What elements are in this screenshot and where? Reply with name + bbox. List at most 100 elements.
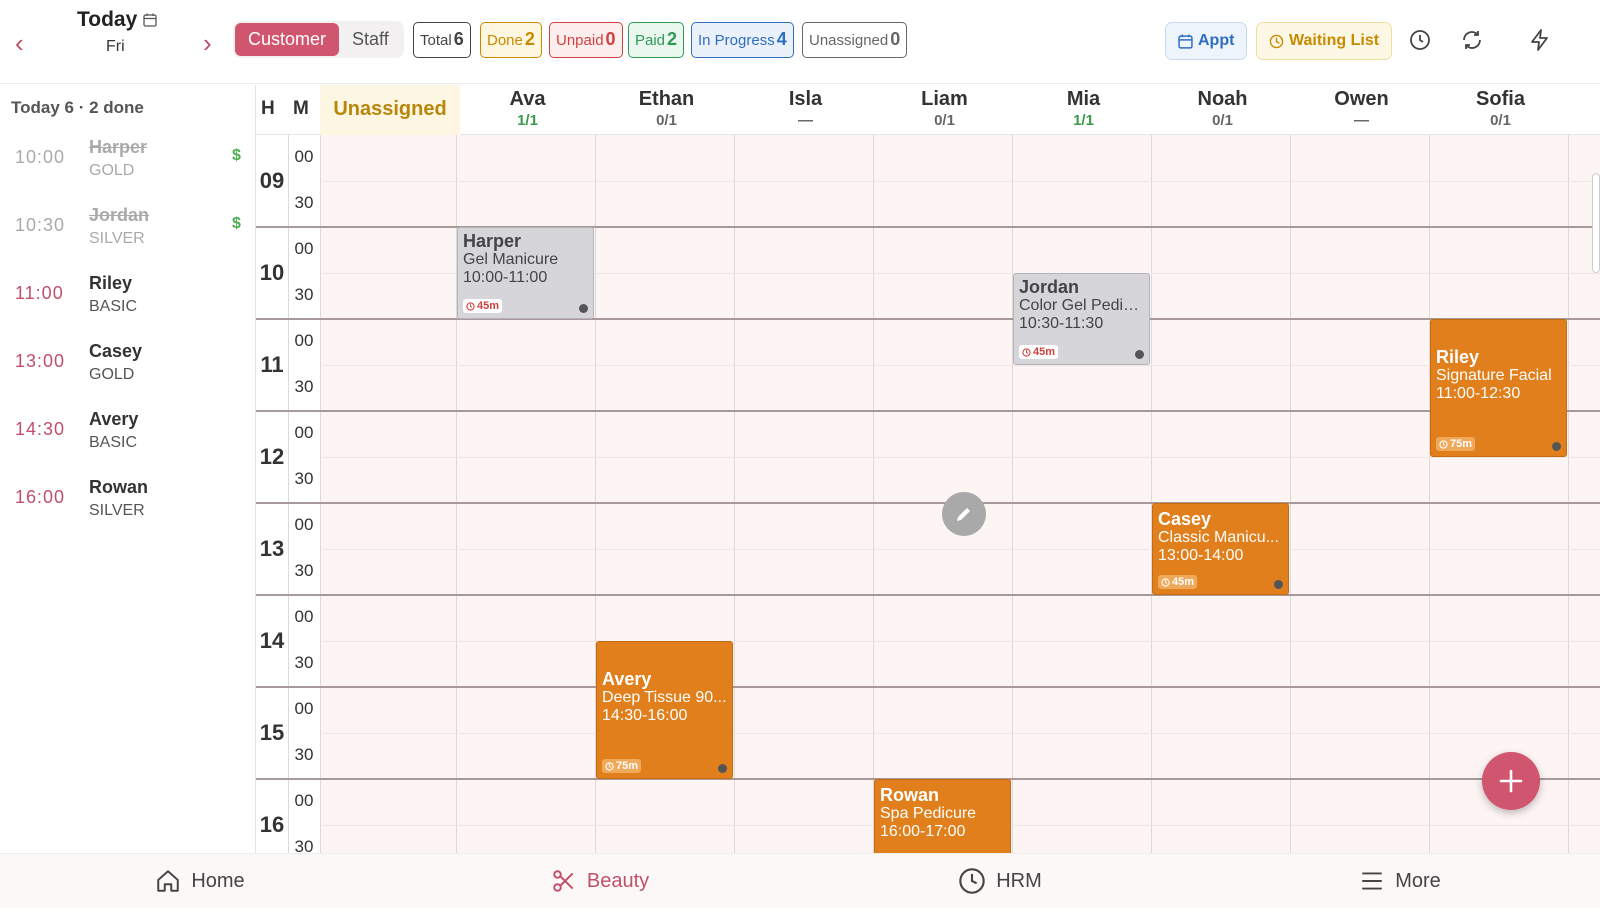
- hour-label: 14: [259, 628, 285, 653]
- history-icon[interactable]: [1408, 28, 1432, 52]
- agenda-item[interactable]: 11:00 Riley BASIC: [0, 269, 256, 337]
- lightning-icon[interactable]: [1528, 28, 1552, 52]
- agenda-item[interactable]: 13:00 Casey GOLD: [0, 337, 256, 405]
- minute-label: 30: [294, 745, 314, 764]
- nav-beauty-label: Beauty: [586, 869, 650, 892]
- minute-label: 00: [294, 147, 314, 166]
- view-toggle: Customer Staff: [233, 21, 404, 58]
- nav-home[interactable]: Home: [0, 854, 400, 908]
- agenda-tier: SILVER: [89, 230, 145, 247]
- hour-column-header: H: [261, 98, 275, 119]
- appointment-customer: Casey: [1158, 509, 1212, 529]
- nav-hrm[interactable]: HRM: [800, 854, 1200, 908]
- next-day-button[interactable]: ›: [203, 30, 212, 56]
- customer-tab[interactable]: Customer: [235, 23, 340, 56]
- staff-column-header[interactable]: Liam 0/1: [875, 85, 1014, 135]
- agenda-time: 10:30: [15, 215, 66, 235]
- status-dot: [1274, 580, 1283, 589]
- staff-column-header[interactable]: Sofia 0/1: [1431, 85, 1570, 135]
- appointment-time: 10:00-11:00: [463, 269, 548, 286]
- staff-count: 0/1: [1490, 112, 1511, 129]
- appointment-card[interactable]: Riley Signature Facial 11:00-12:30 75m: [1430, 319, 1567, 457]
- staff-count: 1/1: [517, 112, 538, 129]
- agenda-time: 13:00: [15, 351, 66, 371]
- date-title[interactable]: Today: [77, 8, 157, 32]
- minute-label: 00: [294, 239, 314, 258]
- staff-count: 0/1: [934, 112, 955, 129]
- minute-label: 00: [294, 791, 314, 810]
- staff-column-header[interactable]: Ethan 0/1: [597, 85, 736, 135]
- duration-value: 75m: [616, 760, 639, 772]
- status-dot: [718, 764, 727, 773]
- status-dot: [579, 304, 588, 313]
- chip-total[interactable]: Total 6: [413, 22, 471, 58]
- chip-done[interactable]: Done 2: [480, 22, 542, 58]
- chip-unassigned[interactable]: Unassigned 0: [802, 22, 908, 58]
- grid-body[interactable]: 09 00 30 10 00 30 11 00 30 12 00 30 13 00 30 14 00 30 15 00…: [256, 135, 1600, 853]
- appointment-service: Gel Manicure: [463, 251, 559, 268]
- prev-day-button[interactable]: ‹: [15, 30, 24, 56]
- appointment-customer: Harper: [463, 231, 522, 251]
- minute-label: 00: [294, 515, 314, 534]
- chip-label: Total: [420, 32, 452, 49]
- agenda-customer-name: Casey: [89, 341, 143, 361]
- minute-label: 00: [294, 331, 314, 350]
- hour-label: 09: [259, 168, 285, 193]
- edit-button[interactable]: [942, 492, 986, 536]
- appt-button[interactable]: Appt: [1165, 22, 1248, 60]
- agenda-item[interactable]: 16:00 Rowan SILVER: [0, 473, 256, 541]
- nav-beauty[interactable]: Beauty: [400, 854, 800, 908]
- chip-unpaid[interactable]: Unpaid 0: [549, 22, 623, 58]
- agenda-tier: BASIC: [89, 298, 138, 315]
- chip-label: Unassigned: [809, 32, 889, 49]
- add-appointment-button[interactable]: [1482, 752, 1540, 810]
- staff-column-header[interactable]: Isla —: [736, 85, 875, 135]
- appointment-card[interactable]: Rowan Spa Pedicure 16:00-17:00: [874, 779, 1011, 853]
- staff-column-header[interactable]: Noah 0/1: [1153, 85, 1292, 135]
- status-dot: [1552, 442, 1561, 451]
- staff-column-header[interactable]: Mia 1/1: [1014, 85, 1153, 135]
- chip-paid[interactable]: Paid 2: [628, 22, 685, 58]
- nav-more[interactable]: More: [1200, 854, 1600, 908]
- half-hour-divider: [322, 733, 1600, 734]
- menu-icon: [1362, 872, 1382, 890]
- appointment-card[interactable]: Casey Classic Manicu... 13:00-14:00 45m: [1152, 503, 1289, 595]
- staff-name: Mia: [1066, 88, 1101, 110]
- chip-value: 0: [605, 29, 616, 49]
- timer-icon: [1439, 439, 1448, 449]
- timer-icon: [605, 761, 614, 771]
- agenda-item[interactable]: 10:00 Harper GOLD $: [0, 133, 256, 201]
- chip-value: 4: [776, 29, 787, 49]
- appointment-card[interactable]: Jordan Color Gel Pedic... 10:30-11:30 45m: [1013, 273, 1150, 365]
- staff-tab[interactable]: Staff: [339, 23, 402, 56]
- chip-label: In Progress: [698, 32, 775, 49]
- waiting-list-button[interactable]: Waiting List: [1256, 22, 1393, 60]
- appointment-card[interactable]: Harper Gel Manicure 10:00-11:00 45m: [457, 227, 594, 319]
- clock-icon: [959, 868, 985, 894]
- staff-column-header[interactable]: Owen —: [1292, 85, 1431, 135]
- agenda-customer-name: Harper: [89, 137, 148, 157]
- minute-label: 30: [294, 653, 314, 672]
- half-hour-divider: [322, 549, 1600, 550]
- minute-label: 30: [294, 837, 314, 853]
- minute-label: 30: [294, 193, 314, 212]
- chip-in-progress[interactable]: In Progress 4: [691, 22, 794, 58]
- refresh-icon[interactable]: [1460, 28, 1484, 52]
- staff-column-header[interactable]: Ava 1/1: [458, 85, 597, 135]
- appointment-card[interactable]: Avery Deep Tissue 90... 14:30-16:00 75m: [596, 641, 733, 779]
- date-title-label: Today: [77, 8, 138, 31]
- agenda-item[interactable]: 10:30 Jordan SILVER $: [0, 201, 256, 269]
- staff-name: Sofia: [1476, 88, 1525, 110]
- agenda-item[interactable]: 14:30 Avery BASIC: [0, 405, 256, 473]
- minute-label: 00: [294, 607, 314, 626]
- hour-label: 13: [259, 536, 285, 561]
- appointment-time: 16:00-17:00: [880, 823, 966, 840]
- unassigned-column-header[interactable]: Unassigned: [320, 85, 460, 135]
- status-dot: [1135, 350, 1144, 359]
- chip-value: 2: [667, 29, 678, 49]
- bottom-nav: Home Beauty HRM More: [0, 853, 1600, 908]
- appointment-time: 13:00-14:00: [1158, 547, 1244, 564]
- appointment-customer: Rowan: [880, 785, 940, 805]
- calendar-icon: [1178, 34, 1193, 49]
- horizontal-scroll-indicator[interactable]: [1592, 173, 1600, 273]
